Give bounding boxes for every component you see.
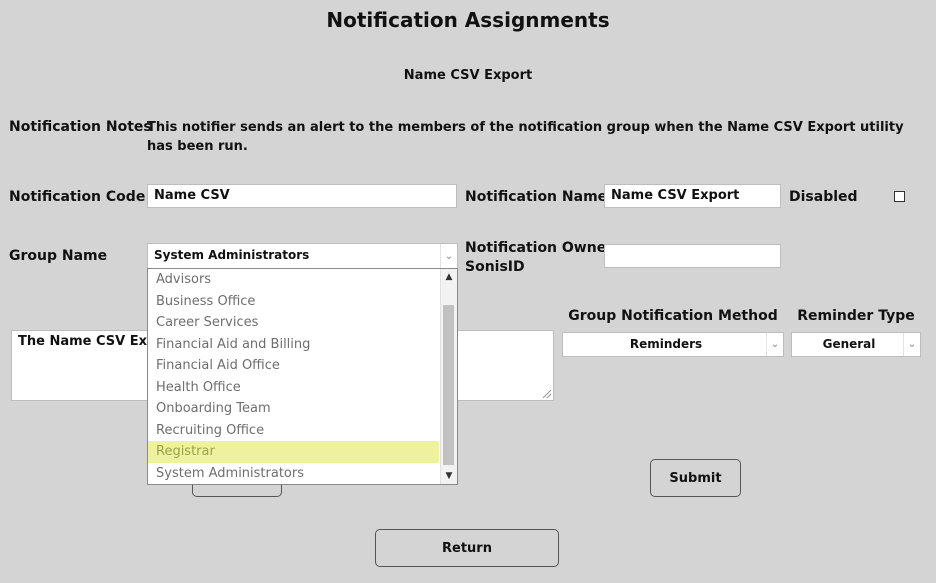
submit-button[interactable]: Submit	[650, 459, 741, 497]
dropdown-option[interactable]: System Administrators	[148, 463, 439, 485]
reminder-type-value: General	[822, 337, 876, 351]
notification-owner-input[interactable]	[604, 244, 781, 268]
page-title: Notification Assignments	[326, 8, 610, 32]
disabled-checkbox[interactable]	[894, 191, 905, 202]
return-button[interactable]: Return	[375, 529, 559, 567]
notification-code-label: Notification Code	[9, 189, 146, 205]
chevron-up-icon[interactable]: ▲	[441, 269, 457, 285]
group-method-label: Group Notification Method	[568, 308, 778, 324]
notification-name-input[interactable]: Name CSV Export	[604, 184, 781, 208]
dropdown-option[interactable]: Advisors	[148, 269, 439, 291]
chevron-down-icon[interactable]: ▼	[441, 468, 457, 484]
group-name-select[interactable]: System Administrators ⌄	[147, 243, 458, 269]
group-name-value: System Administrators	[154, 248, 310, 262]
dropdown-option[interactable]: Career Services	[148, 312, 439, 334]
reminder-type-select[interactable]: General ⌄	[791, 332, 921, 357]
notification-owner-label-line2: SonisID	[465, 259, 525, 275]
scrollbar-thumb[interactable]	[443, 305, 454, 465]
chevron-down-icon: ⌄	[766, 333, 783, 356]
notification-owner-label: Notification Owner SonisID	[465, 239, 613, 277]
group-name-dropdown-list[interactable]: Advisors Business Office Career Services Fi…	[147, 268, 458, 485]
dropdown-option[interactable]: Financial Aid and Billing	[148, 334, 439, 356]
page-subtitle: Name CSV Export	[403, 68, 533, 83]
notes-text: This notifier sends an alert to the memb…	[147, 120, 904, 154]
reminder-type-label: Reminder Type	[797, 308, 915, 324]
dropdown-scrollbar[interactable]: ▲ ▼	[440, 269, 457, 484]
dropdown-option[interactable]: Onboarding Team	[148, 398, 439, 420]
message-text: The Name CSV Expo	[18, 334, 166, 349]
disabled-label: Disabled	[789, 189, 858, 205]
notification-owner-label-line1: Notification Owner	[465, 240, 614, 256]
group-method-value: Reminders	[629, 337, 703, 351]
group-name-label: Group Name	[9, 248, 108, 264]
group-method-select[interactable]: Reminders ⌄	[562, 332, 784, 357]
dropdown-option[interactable]: Health Office	[148, 377, 439, 399]
dropdown-option[interactable]: Recruiting Office	[148, 420, 439, 442]
dropdown-option[interactable]: Business Office	[148, 291, 439, 313]
chevron-down-icon: ⌄	[440, 244, 457, 268]
dropdown-options: Advisors Business Office Career Services Fi…	[148, 269, 457, 484]
notification-name-label: Notification Name	[465, 189, 608, 205]
dropdown-option[interactable]: Registrar	[148, 441, 439, 463]
dropdown-option[interactable]: Financial Aid Office	[148, 355, 439, 377]
notification-code-input[interactable]: Name CSV	[147, 184, 457, 208]
notes-label: Notification Notes	[9, 119, 152, 135]
resize-grip-icon[interactable]	[543, 390, 551, 398]
chevron-down-icon: ⌄	[903, 333, 920, 356]
